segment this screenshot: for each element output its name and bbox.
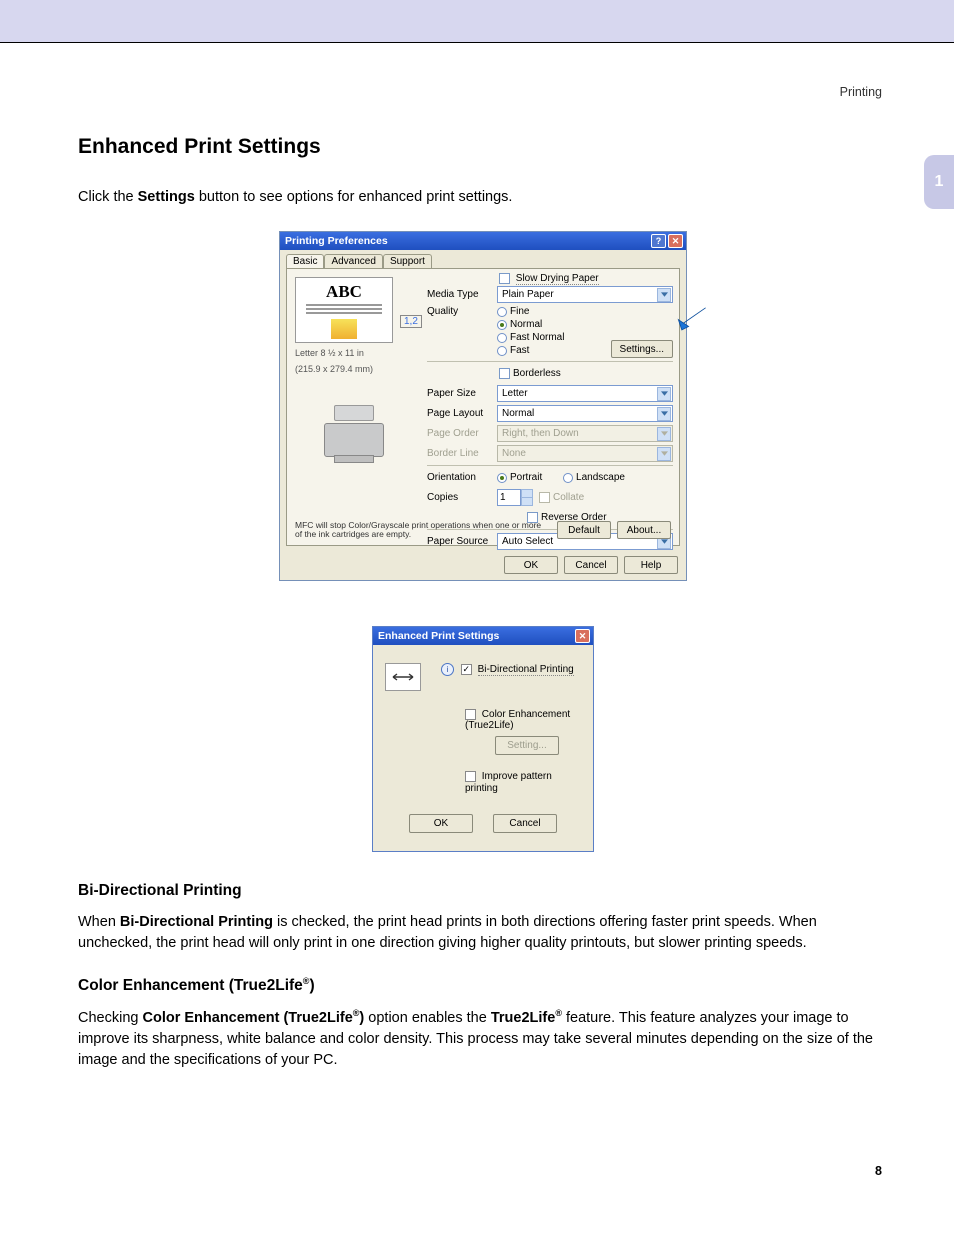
settings-button[interactable]: Settings... xyxy=(611,340,673,358)
titlebar-title: Printing Preferences xyxy=(285,235,388,247)
tab-strip: Basic Advanced Support xyxy=(286,254,680,268)
chapter-tab: 1 xyxy=(924,155,954,209)
page-content: Enhanced Print Settings Click the Settin… xyxy=(78,135,888,1079)
preview-page-badge: 1,2 xyxy=(400,315,422,328)
titlebar: Enhanced Print Settings ✕ xyxy=(373,627,593,645)
page-top-band xyxy=(0,0,954,42)
page-preview: ABC xyxy=(295,277,393,343)
para-color: Checking Color Enhancement (True2Life®) … xyxy=(78,1007,888,1071)
chevron-down-icon xyxy=(657,407,671,421)
cancel-button[interactable]: Cancel xyxy=(493,814,557,833)
info-icon[interactable]: i xyxy=(441,663,454,676)
heading-color-enhancement: Color Enhancement (True2Life®) xyxy=(78,976,888,995)
titlebar-close-button[interactable]: ✕ xyxy=(668,234,683,248)
orientation-label: Orientation xyxy=(427,472,497,483)
quality-fine-radio[interactable] xyxy=(497,307,507,317)
color-setting-button: Setting... xyxy=(495,736,559,755)
portrait-radio[interactable] xyxy=(497,473,507,483)
running-header: Printing xyxy=(840,85,882,99)
page-order-label: Page Order xyxy=(427,428,497,439)
quality-label: Quality xyxy=(427,306,497,317)
border-line-dropdown: None xyxy=(497,445,673,462)
page-layout-label: Page Layout xyxy=(427,408,497,419)
copies-spinner-buttons[interactable] xyxy=(521,489,533,506)
preview-photo-icon xyxy=(331,319,357,339)
chevron-down-icon xyxy=(657,447,671,461)
settings-column: Slow Drying Paper Media Type Plain Paper… xyxy=(427,273,673,553)
bidi-icon xyxy=(385,663,421,691)
heading-bidi: Bi-Directional Printing xyxy=(78,882,888,900)
copies-label: Copies xyxy=(427,492,497,503)
callout-arrow-icon xyxy=(675,304,709,335)
bidi-label: Bi-Directional Printing xyxy=(478,664,574,676)
border-line-label: Border Line xyxy=(427,448,497,459)
copies-spinner[interactable]: 1 xyxy=(497,489,521,506)
ok-button[interactable]: OK xyxy=(504,556,558,574)
about-button[interactable]: About... xyxy=(617,521,671,539)
printing-preferences-dialog: Printing Preferences ? ✕ Basic Advanced … xyxy=(279,231,687,581)
printer-icon xyxy=(316,399,394,457)
borderless-label: Borderless xyxy=(513,368,561,379)
media-type-label: Media Type xyxy=(427,289,497,300)
quality-normal-radio[interactable] xyxy=(497,320,507,330)
para-bidi: When Bi-Directional Printing is checked,… xyxy=(78,912,888,954)
preview-size-line1: Letter 8 ½ x 11 in xyxy=(295,349,415,359)
slow-drying-label: Slow Drying Paper xyxy=(516,273,599,285)
color-enhancement-label: Color Enhancement (True2Life) xyxy=(465,709,570,731)
horizontal-rule xyxy=(0,42,954,43)
slow-drying-checkbox[interactable] xyxy=(499,273,510,284)
titlebar-title: Enhanced Print Settings xyxy=(378,630,499,642)
default-button[interactable]: Default xyxy=(557,521,611,539)
tab-support[interactable]: Support xyxy=(383,254,432,268)
ok-button[interactable]: OK xyxy=(409,814,473,833)
intro-paragraph: Click the Settings button to see options… xyxy=(78,187,888,207)
quality-fast-radio[interactable] xyxy=(497,346,507,356)
tab-panel-basic: ABC 1,2 Letter 8 ½ x 11 in (215.9 x 279.… xyxy=(286,268,680,546)
tab-basic[interactable]: Basic xyxy=(286,254,324,268)
heading-main: Enhanced Print Settings xyxy=(78,135,888,159)
tab-advanced[interactable]: Advanced xyxy=(324,254,382,268)
chevron-down-icon xyxy=(657,387,671,401)
help-button[interactable]: Help xyxy=(624,556,678,574)
improve-pattern-label: Improve pattern printing xyxy=(465,772,552,794)
landscape-radio[interactable] xyxy=(563,473,573,483)
page-number: 8 xyxy=(875,1164,882,1178)
color-enhancement-checkbox[interactable] xyxy=(465,709,476,720)
preview-text: ABC xyxy=(300,282,388,302)
quality-fast-normal-radio[interactable] xyxy=(497,333,507,343)
paper-size-dropdown[interactable]: Letter xyxy=(497,385,673,402)
dialog-buttons: OK Cancel Help xyxy=(280,552,686,580)
media-type-dropdown[interactable]: Plain Paper xyxy=(497,286,673,303)
titlebar-help-button[interactable]: ? xyxy=(651,234,666,248)
improve-pattern-checkbox[interactable] xyxy=(465,771,476,782)
titlebar: Printing Preferences ? ✕ xyxy=(280,232,686,250)
bidi-checkbox[interactable] xyxy=(461,664,472,675)
collate-checkbox xyxy=(539,492,550,503)
chevron-down-icon xyxy=(657,427,671,441)
cancel-button[interactable]: Cancel xyxy=(564,556,618,574)
preview-size-line2: (215.9 x 279.4 mm) xyxy=(295,365,415,375)
dialog-body: i Bi-Directional Printing Color Enhancem… xyxy=(373,645,593,850)
titlebar-close-button[interactable]: ✕ xyxy=(575,629,590,643)
borderless-checkbox[interactable] xyxy=(499,368,510,379)
preview-column: ABC 1,2 Letter 8 ½ x 11 in (215.9 x 279.… xyxy=(295,277,415,457)
chevron-down-icon xyxy=(657,288,671,302)
page-layout-dropdown[interactable]: Normal xyxy=(497,405,673,422)
paper-size-label: Paper Size xyxy=(427,388,497,399)
page-order-dropdown: Right, then Down xyxy=(497,425,673,442)
enhanced-print-settings-dialog: Enhanced Print Settings ✕ i Bi-Direction… xyxy=(372,626,594,851)
footnote-text: MFC will stop Color/Grayscale print oper… xyxy=(295,521,545,540)
